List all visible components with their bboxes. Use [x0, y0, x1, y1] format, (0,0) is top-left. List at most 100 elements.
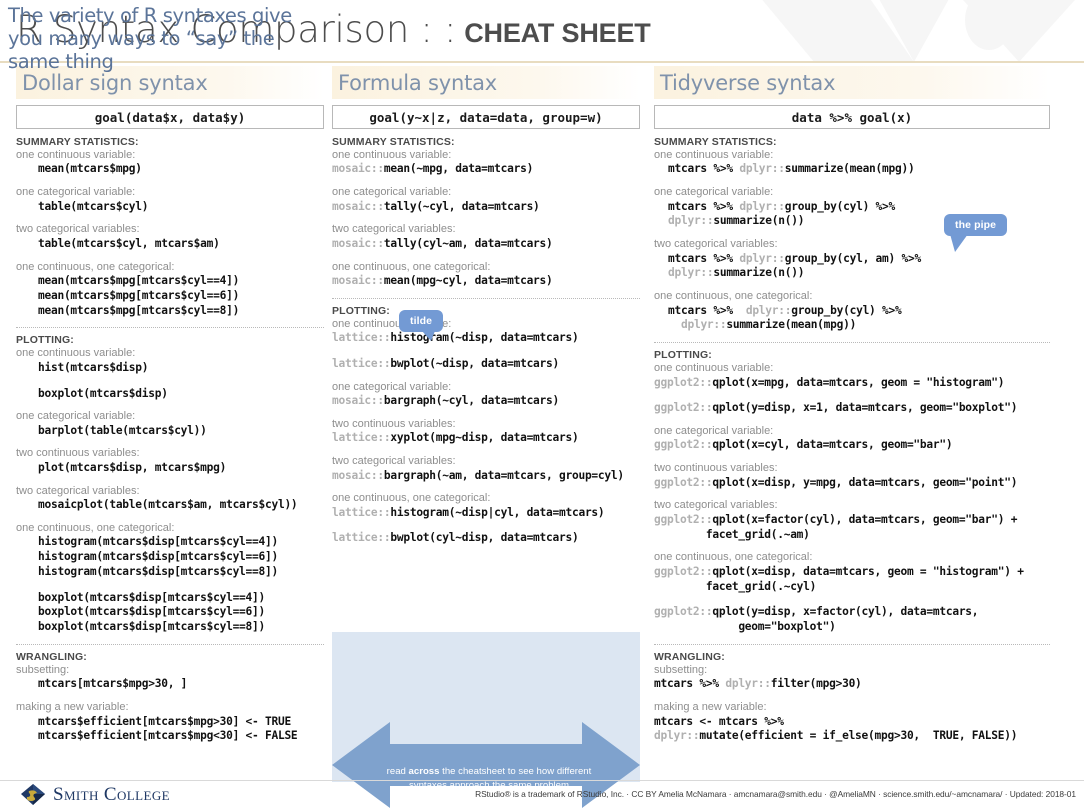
case-label: one continuous, one categorical:	[654, 290, 813, 303]
code-line: mosaic::tally(cyl~am, data=mtcars)	[332, 236, 553, 250]
package-prefix: ggplot2::	[654, 564, 713, 578]
column-header-label: Dollar sign syntax	[22, 70, 208, 95]
code-line: mtcars$efficient[mtcars$mpg>30] <- TRUE	[38, 714, 291, 728]
case-label: one continuous, one categorical:	[16, 521, 175, 534]
section-title: WRANGLING:	[654, 650, 725, 663]
column-body-dollar: SUMMARY STATISTICS: one continuous variab…	[16, 136, 324, 744]
package-prefix: ggplot2::	[654, 438, 713, 452]
code-line: facet_grid(.~am)	[705, 527, 810, 541]
syntax-case: one categorical variable: mosaic::bargrap…	[332, 381, 640, 409]
package-prefix: mosaic::	[332, 162, 384, 176]
case-label: one categorical variable:	[16, 186, 136, 199]
case-label: two continuous variables:	[654, 462, 778, 475]
section-title: SUMMARY STATISTICS:	[654, 136, 777, 148]
syntax-case: making a new variable: mtcars <- mtcars %…	[654, 701, 1050, 744]
code-line: mean(mtcars$mpg)	[38, 162, 142, 176]
case-label: two continuous variables:	[332, 417, 456, 430]
code-line: lattice::bwplot(~disp, data=mtcars)	[332, 356, 559, 370]
case-label: two categorical variables:	[16, 484, 140, 497]
syntax-case: one continuous, one categorical: mosaic::…	[332, 261, 640, 289]
code-line: mosaic::bargraph(~cyl, data=mtcars)	[332, 394, 559, 408]
code-line: ggplot2::qplot(x=mpg, data=mtcars, geom …	[654, 375, 1005, 389]
syntax-case: one categorical variable: ggplot2::qplot(…	[654, 425, 1050, 453]
package-prefix: dplyr::	[745, 303, 792, 317]
case-label: two categorical variables:	[654, 499, 778, 512]
section-title: PLOTTING:	[654, 349, 712, 362]
code-line: dplyr::summarize(n())	[668, 266, 805, 280]
syntax-case: two continuous variables: ggplot2::qplot(…	[654, 462, 1050, 490]
case-label: one categorical variable:	[16, 410, 136, 423]
callout-pipe-label: the pipe	[955, 219, 997, 231]
column-header-label: Tidyverse syntax	[660, 70, 836, 95]
package-prefix: dplyr::	[654, 729, 700, 743]
code-line: mosaic::mean(~mpg, data=mtcars)	[332, 162, 534, 176]
package-prefix: dplyr::	[668, 266, 714, 280]
syntax-case: two categorical variables: ggplot2::qplot…	[654, 499, 1050, 542]
code-line: lattice::xyplot(mpg~disp, data=mtcars)	[332, 431, 579, 445]
code-line: histogram(mtcars$disp[mtcars$cyl==6])	[38, 550, 278, 564]
syntax-case: one continuous variable: mean(mtcars$mpg)	[16, 149, 324, 177]
section-title: PLOTTING:	[16, 334, 74, 347]
code-line: ggplot2::qplot(x=disp, data=mtcars, geom…	[654, 564, 1024, 578]
code-line: mtcars <- mtcars %>%	[654, 714, 784, 728]
package-prefix: ggplot2::	[654, 401, 713, 415]
code-line: mtcars$efficient[mtcars$mpg<30] <- FALSE	[38, 729, 298, 743]
code-line: ggplot2::qplot(x=factor(cyl), data=mtcar…	[654, 512, 1018, 526]
case-label: two categorical variables:	[332, 223, 456, 236]
code-line: table(mtcars$cyl)	[38, 199, 149, 213]
package-prefix: ggplot2::	[654, 605, 713, 619]
package-prefix: lattice::	[332, 505, 391, 519]
callout-pipe-tail	[950, 234, 968, 252]
case-label: making a new variable:	[16, 701, 129, 714]
code-line: mosaic::tally(~cyl, data=mtcars)	[332, 199, 540, 213]
section-title: SUMMARY STATISTICS:	[16, 136, 139, 148]
syntax-case: two categorical variables: mosaic::tally(…	[332, 223, 640, 251]
syntax-case: one continuous variable: mtcars %>% dplyr…	[654, 149, 1050, 177]
column-tidyverse-syntax: Tidyverse syntax data %>% goal(x) SUMMAR…	[654, 66, 1050, 753]
case-label: two categorical variables:	[16, 223, 140, 236]
code-spacer	[16, 580, 324, 591]
code-line: barplot(table(mtcars$cyl))	[38, 423, 207, 437]
code-line: lattice::bwplot(cyl~disp, data=mtcars)	[332, 531, 579, 545]
package-prefix: mosaic::	[332, 394, 384, 408]
section-divider	[16, 643, 324, 645]
syntax-case: two continuous variables: plot(mtcars$dis…	[16, 447, 324, 475]
package-prefix: dplyr::	[739, 199, 785, 213]
case-label: one categorical variable:	[332, 186, 452, 199]
watermark-pattern	[762, 0, 1075, 62]
section-title: SUMMARY STATISTICS:	[332, 136, 455, 148]
syntax-case: two continuous variables: lattice::xyplot…	[332, 418, 640, 446]
cheatsheet-page: R Syntax Comparison : : CHEAT SHEET Doll…	[0, 0, 1084, 808]
code-line: lattice::histogram(~disp, data=mtcars)	[332, 331, 579, 345]
syntax-case: one continuous, one categorical: ggplot2:…	[654, 551, 1050, 635]
syntax-case: one continuous, one categorical: lattice:…	[332, 492, 640, 546]
code-line: mean(mtcars$mpg[mtcars$cyl==6])	[38, 288, 240, 302]
column-header-tidyverse: Tidyverse syntax	[654, 66, 1050, 99]
code-line: ggplot2::qplot(y=disp, x=factor(cyl), da…	[654, 605, 979, 619]
package-prefix: mosaic::	[332, 236, 384, 250]
syntax-case: one categorical variable: mosaic::tally(~…	[332, 186, 640, 214]
package-prefix: ggplot2::	[654, 512, 713, 526]
case-label: one continuous variable:	[16, 347, 136, 360]
code-line: lattice::histogram(~disp|cyl, data=mtcar…	[332, 505, 605, 519]
callout-tilde-tail	[422, 331, 435, 341]
case-label: one continuous, one categorical:	[654, 551, 813, 564]
code-line: mtcars %>% dplyr::group_by(cyl) %>%	[668, 303, 902, 317]
case-label: one continuous variable:	[654, 362, 774, 375]
package-prefix: dplyr::	[725, 677, 771, 691]
code-line: mosaic::bargraph(~am, data=mtcars, group…	[332, 468, 624, 482]
package-prefix: mosaic::	[332, 199, 384, 213]
syntax-case: one continuous, one categorical: histogra…	[16, 522, 324, 635]
syntax-case: two categorical variables: table(mtcars$c…	[16, 223, 324, 251]
syntax-case: one continuous variable: mosaic::mean(~mp…	[332, 149, 640, 177]
code-line: plot(mtcars$disp, mtcars$mpg)	[38, 460, 227, 474]
code-spacer	[654, 390, 1050, 401]
package-prefix: mosaic::	[332, 468, 384, 482]
syntax-case: subsetting: mtcars %>% dplyr::filter(mpg>…	[654, 664, 1050, 692]
code-line: boxplot(mtcars$disp)	[38, 386, 168, 400]
code-line: mtcars %>% dplyr::filter(mpg>30)	[654, 677, 862, 691]
callout-pipe: the pipe	[944, 214, 1008, 252]
package-prefix: dplyr::	[668, 214, 714, 228]
case-label: subsetting:	[16, 663, 70, 676]
code-spacer	[654, 594, 1050, 605]
